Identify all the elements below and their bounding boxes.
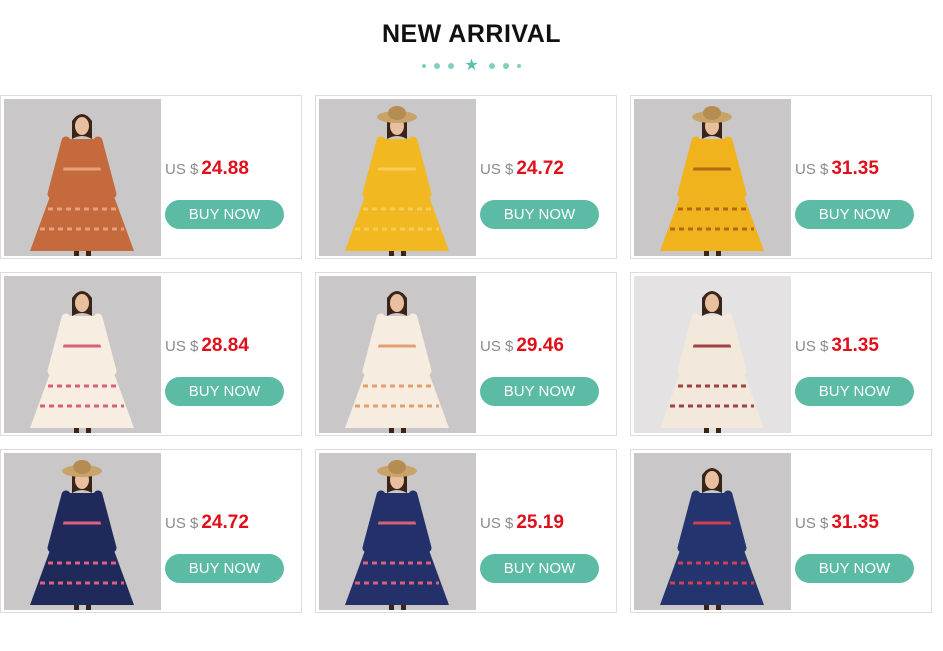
product-image[interactable] <box>319 99 476 256</box>
price-value: 24.72 <box>201 512 249 533</box>
price-value: 31.35 <box>831 158 879 179</box>
buy-now-button[interactable]: BUY NOW <box>480 377 599 406</box>
product-image[interactable] <box>634 276 791 433</box>
product-image[interactable] <box>634 453 791 610</box>
buy-now-button[interactable]: BUY NOW <box>795 200 914 229</box>
currency-label: US $ <box>165 161 199 178</box>
buy-now-button[interactable]: BUY NOW <box>480 554 599 583</box>
title-divider: ★ <box>0 58 943 74</box>
product-image[interactable] <box>634 99 791 256</box>
buy-now-button[interactable]: BUY NOW <box>795 377 914 406</box>
star-icon: ★ <box>464 57 479 74</box>
product-price: US $24.88 <box>165 158 249 180</box>
product-image[interactable] <box>4 276 161 433</box>
product-card[interactable]: US $25.19 BUY NOW <box>315 449 617 613</box>
price-value: 25.19 <box>516 512 564 533</box>
currency-label: US $ <box>480 515 514 532</box>
currency-label: US $ <box>480 338 514 355</box>
product-card[interactable]: US $24.72 BUY NOW <box>315 95 617 259</box>
currency-label: US $ <box>795 338 829 355</box>
currency-label: US $ <box>165 338 199 355</box>
product-card[interactable]: US $24.88 BUY NOW <box>0 95 302 259</box>
product-card[interactable]: US $29.46 BUY NOW <box>315 272 617 436</box>
product-price: US $31.35 <box>795 335 879 357</box>
product-price: US $25.19 <box>480 512 564 534</box>
product-image[interactable] <box>4 453 161 610</box>
currency-label: US $ <box>795 515 829 532</box>
currency-label: US $ <box>795 161 829 178</box>
product-card[interactable]: US $31.35 BUY NOW <box>630 95 932 259</box>
currency-label: US $ <box>165 515 199 532</box>
price-value: 31.35 <box>831 512 879 533</box>
product-image[interactable] <box>319 453 476 610</box>
buy-now-button[interactable]: BUY NOW <box>480 200 599 229</box>
price-value: 31.35 <box>831 335 879 356</box>
price-value: 28.84 <box>201 335 249 356</box>
buy-now-button[interactable]: BUY NOW <box>165 554 284 583</box>
product-price: US $31.35 <box>795 158 879 180</box>
buy-now-button[interactable]: BUY NOW <box>165 200 284 229</box>
product-card[interactable]: US $24.72 BUY NOW <box>0 449 302 613</box>
price-value: 24.72 <box>516 158 564 179</box>
product-price: US $24.72 <box>165 512 249 534</box>
currency-label: US $ <box>480 161 514 178</box>
product-card[interactable]: US $31.35 BUY NOW <box>630 272 932 436</box>
product-image[interactable] <box>319 276 476 433</box>
product-card[interactable]: US $31.35 BUY NOW <box>630 449 932 613</box>
product-price: US $29.46 <box>480 335 564 357</box>
product-price: US $31.35 <box>795 512 879 534</box>
price-value: 29.46 <box>516 335 564 356</box>
product-card[interactable]: US $28.84 BUY NOW <box>0 272 302 436</box>
price-value: 24.88 <box>201 158 249 179</box>
product-image[interactable] <box>4 99 161 256</box>
buy-now-button[interactable]: BUY NOW <box>795 554 914 583</box>
section-title: NEW ARRIVAL <box>381 20 562 48</box>
buy-now-button[interactable]: BUY NOW <box>165 377 284 406</box>
product-price: US $24.72 <box>480 158 564 180</box>
product-price: US $28.84 <box>165 335 249 357</box>
